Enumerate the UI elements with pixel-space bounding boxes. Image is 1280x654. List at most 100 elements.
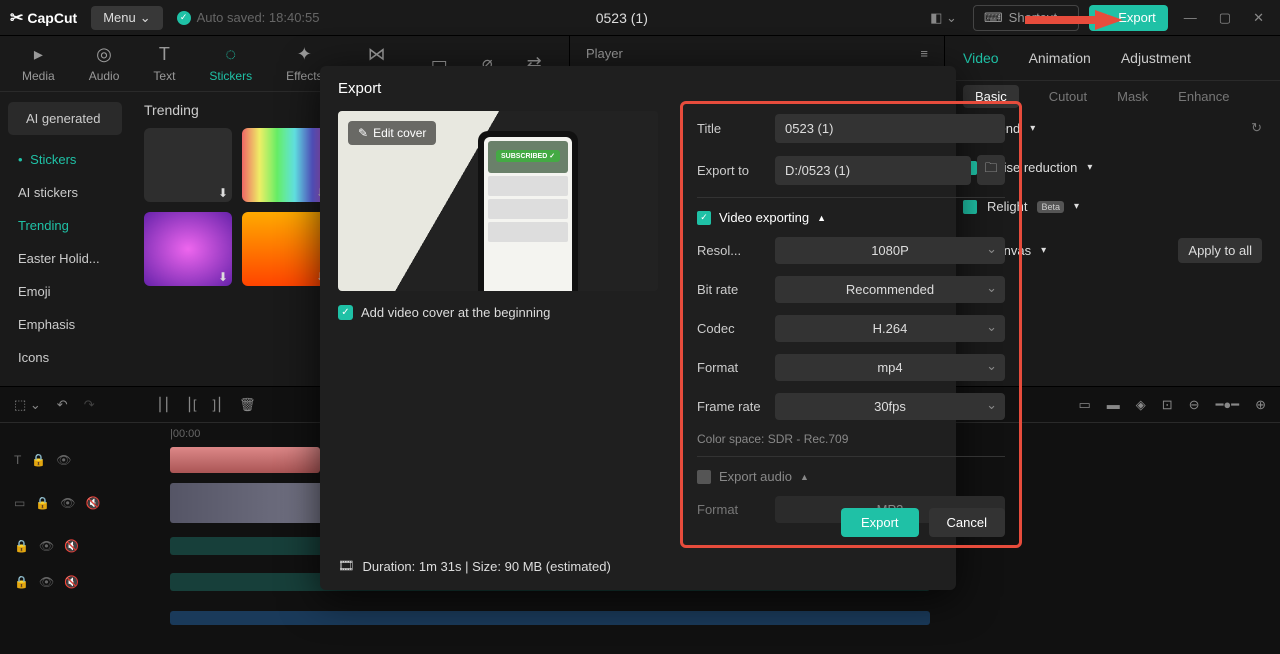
reset-icon[interactable]: ↻ — [1251, 120, 1262, 136]
cat-trending[interactable]: Trending — [0, 209, 130, 242]
media-icon: ▸ — [34, 44, 43, 65]
cat-icons[interactable]: Icons — [0, 341, 130, 374]
clip[interactable] — [170, 611, 930, 625]
checkbox-icon[interactable]: ✓ — [338, 305, 353, 320]
lock-icon[interactable]: 🔒 — [31, 453, 46, 467]
tl-tool-3[interactable]: ◈ — [1136, 397, 1146, 413]
tab-audio[interactable]: ◎Audio — [89, 44, 120, 83]
subtab-mask[interactable]: Mask — [1117, 89, 1148, 108]
pointer-tool[interactable]: ⬚ ⌄ — [14, 397, 41, 413]
split-right-tool[interactable]: ]⎮ — [213, 397, 223, 413]
download-icon[interactable]: ⬇ — [218, 270, 228, 284]
menu-label: Menu — [103, 10, 136, 25]
track-blue[interactable] — [14, 603, 1280, 633]
logo-icon: ✂ — [10, 8, 23, 28]
mute-icon[interactable]: 🔇 — [86, 496, 101, 510]
shortcuts-label: Shortcut... — [1009, 10, 1068, 25]
sticker-item[interactable]: ⬇ — [242, 128, 330, 202]
checkbox-icon[interactable] — [697, 470, 711, 484]
tab-media[interactable]: ▸Media — [22, 44, 55, 83]
sticker-item[interactable]: ⬇ — [144, 212, 232, 286]
cat-emphasis[interactable]: Emphasis — [0, 308, 130, 341]
fps-select[interactable]: 30fps — [775, 393, 1005, 420]
add-cover-checkbox-row[interactable]: ✓ Add video cover at the beginning — [338, 305, 658, 320]
zoom-in[interactable]: ⊕ — [1255, 397, 1266, 413]
collapse-icon[interactable]: ▲ — [817, 213, 826, 223]
maximize-button[interactable]: ▢ — [1213, 10, 1237, 26]
cancel-button[interactable]: Cancel — [929, 508, 1005, 537]
apply-all-button[interactable]: Apply to all — [1178, 238, 1262, 263]
codec-select[interactable]: H.264 — [775, 315, 1005, 342]
tl-tool-1[interactable]: ▭ — [1078, 397, 1090, 413]
layout-icon[interactable]: ◧ ⌄ — [924, 10, 963, 26]
split-left-tool[interactable]: ⎮[ — [186, 397, 196, 413]
resolution-select[interactable]: 1080P — [775, 237, 1005, 264]
redo-button[interactable]: ↷ — [84, 397, 95, 413]
cat-ai-stickers[interactable]: AI stickers — [0, 176, 130, 209]
edit-cover-label: Edit cover — [373, 126, 426, 140]
bitrate-select[interactable]: Recommended — [775, 276, 1005, 303]
tl-tool-2[interactable]: ▬ — [1107, 397, 1120, 412]
cat-ai-generated[interactable]: AI generated — [8, 102, 122, 135]
edit-cover-button[interactable]: ✎ Edit cover — [348, 121, 436, 145]
window-actions: ◧ ⌄ ⌨ Shortcut... ⏏ Export — ▢ ✕ — [924, 5, 1270, 31]
text-track-icon: T — [14, 453, 21, 467]
eye-icon[interactable]: 👁 — [39, 575, 54, 589]
split-tool[interactable]: ⎮⎮ — [157, 397, 171, 413]
prop-tab-adjustment[interactable]: Adjustment — [1121, 50, 1191, 66]
aformat-label: Format — [697, 502, 775, 517]
lock-icon[interactable]: 🔒 — [14, 539, 29, 553]
prop-tab-video[interactable]: Video — [963, 50, 999, 66]
tab-text[interactable]: TText — [153, 44, 175, 83]
cat-stickers[interactable]: Stickers — [0, 143, 130, 176]
clip[interactable] — [170, 447, 320, 473]
subtab-cutout[interactable]: Cutout — [1049, 89, 1087, 108]
clip[interactable] — [170, 483, 340, 523]
delete-tool[interactable]: 🗑 — [239, 397, 256, 413]
hamburger-icon[interactable]: ≡ — [920, 46, 928, 61]
checkbox-icon[interactable]: ✓ — [697, 211, 711, 225]
download-icon[interactable]: ⬇ — [218, 186, 228, 200]
export-button-top[interactable]: ⏏ Export — [1089, 5, 1168, 31]
eye-icon[interactable]: 👁 — [56, 453, 71, 467]
collapse-icon[interactable]: ▲ — [800, 472, 809, 482]
tab-effects[interactable]: ✦Effects — [286, 44, 322, 83]
prop-tab-animation[interactable]: Animation — [1029, 50, 1091, 66]
add-cover-label: Add video cover at the beginning — [361, 305, 550, 320]
bitrate-label: Bit rate — [697, 282, 775, 297]
keyboard-icon: ⌨ — [984, 10, 1003, 26]
audio-export-section[interactable]: Export audio ▲ — [697, 469, 1005, 484]
shortcuts-button[interactable]: ⌨ Shortcut... — [973, 5, 1079, 31]
tab-audio-label: Audio — [89, 69, 120, 83]
zoom-slider[interactable]: ━●━ — [1216, 397, 1240, 413]
sticker-item[interactable]: ⬇ — [242, 212, 330, 286]
lock-icon[interactable]: 🔒 — [14, 575, 29, 589]
format-select[interactable]: mp4 — [775, 354, 1005, 381]
video-export-section[interactable]: ✓ Video exporting ▲ — [697, 210, 1005, 225]
close-button[interactable]: ✕ — [1247, 10, 1270, 26]
minimize-button[interactable]: — — [1178, 10, 1203, 25]
eye-icon[interactable]: 👁 — [39, 539, 54, 553]
cover-preview[interactable]: ✎ Edit cover — [338, 111, 658, 291]
eye-icon[interactable]: 👁 — [60, 496, 75, 510]
lock-icon[interactable]: 🔒 — [35, 496, 50, 510]
export-confirm-button[interactable]: Export — [841, 508, 919, 537]
export-modal: Export ✎ Edit cover ✓ Add — [320, 66, 956, 590]
undo-button[interactable]: ↶ — [57, 397, 68, 413]
tab-stickers[interactable]: ◌Stickers — [209, 44, 252, 83]
exportto-input[interactable] — [775, 156, 971, 185]
mute-icon[interactable]: 🔇 — [64, 575, 79, 589]
browse-folder-button[interactable]: 🗀 — [977, 155, 1005, 185]
menu-button[interactable]: Menu ⌄ — [91, 6, 162, 30]
zoom-out[interactable]: ⊖ — [1189, 397, 1200, 413]
mute-icon[interactable]: 🔇 — [64, 539, 79, 553]
modal-title: Export — [338, 80, 938, 97]
title-input[interactable] — [775, 114, 1005, 143]
tl-tool-4[interactable]: ⊡ — [1162, 397, 1173, 413]
subtab-enhance[interactable]: Enhance — [1178, 89, 1229, 108]
cat-easter[interactable]: Easter Holid... — [0, 242, 130, 275]
effects-icon: ✦ — [297, 44, 312, 65]
chevron-down-icon: ▾ — [1041, 245, 1046, 256]
sticker-item[interactable]: ⬇ — [144, 128, 232, 202]
cat-emoji[interactable]: Emoji — [0, 275, 130, 308]
